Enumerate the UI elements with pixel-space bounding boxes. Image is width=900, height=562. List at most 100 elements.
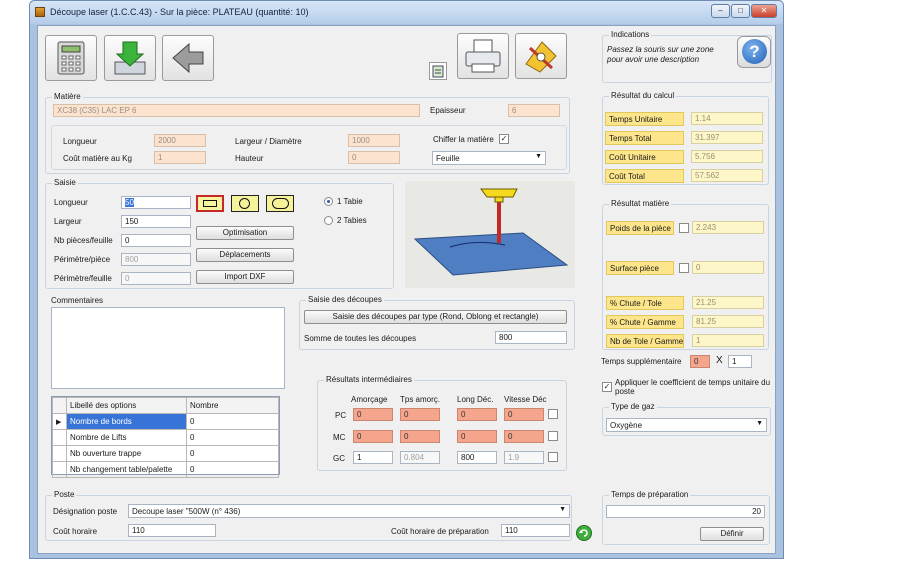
row-indicator [52, 461, 67, 478]
poids-checkbox[interactable] [679, 223, 689, 233]
coef-checkbox[interactable]: ✓ [602, 382, 612, 392]
chute-tole-value: 21.25 [692, 296, 764, 309]
saisie-largeur-field[interactable]: 150 [121, 215, 191, 228]
perimetre-piece-field[interactable]: 800 [121, 253, 191, 266]
row-label-pc: PC [335, 411, 347, 420]
longueur-label: Longueur [63, 137, 97, 146]
deplacements-button[interactable]: Déplacements [196, 248, 294, 262]
decoupes-group-title: Saisie des découpes [306, 295, 384, 304]
option-value[interactable]: 0 [186, 429, 279, 446]
printer-icon [465, 39, 501, 73]
minimize-button[interactable]: – [711, 4, 730, 18]
circle-icon [239, 198, 250, 209]
gc-amorcage[interactable]: 1 [353, 451, 393, 464]
temps-supplementaire-label: Temps supplémentaire [601, 357, 682, 366]
refresh-button[interactable] [576, 525, 592, 541]
nb-pieces-field[interactable]: 0 [121, 234, 191, 247]
option-label: Nb ouverture trappe [66, 445, 187, 462]
gaz-select[interactable]: Oxygène ▼ [606, 418, 767, 432]
intermediaires-group-title: Résultats intermédiaires [324, 375, 414, 384]
somme-decoupes-field[interactable]: 800 [495, 331, 567, 344]
perimetre-feuille-field[interactable]: 0 [121, 272, 191, 285]
longueur-field[interactable]: 2000 [154, 134, 206, 147]
epaisseur-field[interactable]: 6 [508, 104, 560, 117]
pc-checkbox[interactable] [548, 409, 558, 419]
cout-preparation-field[interactable]: 110 [501, 524, 570, 537]
pc-vitesse-dec[interactable]: 0 [504, 408, 544, 421]
option-label: Nombre de Lifts [66, 429, 187, 446]
col-amorcage: Amorçage [351, 395, 388, 404]
gc-checkbox[interactable] [548, 452, 558, 462]
resultat-matiere-group: Résultat matière Poids de la pièce 2.243… [602, 199, 769, 350]
option-value[interactable]: 0 [186, 445, 279, 462]
mc-tps-amorc[interactable]: 0 [400, 430, 440, 443]
table-row[interactable]: Nb changement table/palette 0 [52, 461, 279, 478]
cout-preparation-label: Coût horaire de préparation [391, 527, 489, 536]
import-dxf-button[interactable]: Import DXF [196, 270, 294, 284]
pc-tps-amorc[interactable]: 0 [400, 408, 440, 421]
gc-long-dec[interactable]: 800 [457, 451, 497, 464]
gc-tps-amorc[interactable]: 0.804 [400, 451, 440, 464]
col-vitesse-dec: Vitesse Déc [504, 395, 547, 404]
optimisation-button[interactable]: Optimisation [196, 226, 294, 240]
commentaires-label: Commentaires [51, 296, 104, 305]
table-row[interactable]: Nb ouverture trappe 0 [52, 445, 279, 462]
nb-tole-gamme-label: Nb de Tole / Gamme [606, 334, 684, 348]
calcul-group-title: Résultat du calcul [609, 91, 677, 100]
table-row[interactable]: Nombre de Lifts 0 [52, 429, 279, 446]
perimetre-feuille-label: Périmètre/feuille [54, 274, 112, 283]
definir-button[interactable]: Définir [700, 527, 764, 541]
largeur-diametre-field[interactable]: 1000 [348, 134, 400, 147]
shape-round-button[interactable] [231, 195, 259, 212]
designation-poste-select[interactable]: Decoupe laser "500W (n° 436) ▼ [128, 504, 570, 518]
matiere-type-value: Feuille [436, 154, 460, 163]
title-bar[interactable]: Découpe laser (1.C.C.43) - Sur la pièce:… [30, 1, 783, 24]
cout-unitaire-value: 5.756 [691, 150, 763, 163]
option-value[interactable]: 0 [186, 461, 279, 478]
mc-long-dec[interactable]: 0 [457, 430, 497, 443]
temps-supplementaire-field[interactable]: 0 [690, 355, 710, 368]
cout-horaire-label: Coût horaire [53, 527, 98, 536]
gc-vitesse-dec[interactable]: 1.9 [504, 451, 544, 464]
help-button[interactable]: ? [737, 36, 771, 68]
matiere-type-select[interactable]: Feuille ▼ [432, 151, 546, 165]
pc-long-dec[interactable]: 0 [457, 408, 497, 421]
cout-total-value: 57.562 [691, 169, 763, 182]
saisie-decoupes-button[interactable]: Saisie des découpes par type (Rond, Oblo… [304, 310, 567, 324]
multiply-sign: X [716, 355, 723, 366]
hauteur-field[interactable]: 0 [348, 151, 400, 164]
cout-horaire-field[interactable]: 110 [128, 524, 216, 537]
back-button[interactable] [162, 35, 214, 81]
radio-2-tables[interactable] [324, 216, 333, 225]
mc-checkbox[interactable] [548, 431, 558, 441]
shape-oblong-button[interactable] [266, 195, 294, 212]
mc-vitesse-dec[interactable]: 0 [504, 430, 544, 443]
options-col-label: Libellé des options [66, 397, 187, 414]
maximize-button[interactable]: □ [731, 4, 750, 18]
cout-matiere-field[interactable]: 1 [154, 151, 206, 164]
temps-multiplier-field[interactable]: 1 [728, 355, 752, 368]
option-label: Nb changement table/palette [66, 461, 187, 478]
small-tool-button[interactable] [429, 62, 447, 80]
calculate-button[interactable] [45, 35, 97, 81]
settings-button[interactable] [515, 33, 567, 79]
pc-amorcage[interactable]: 0 [353, 408, 393, 421]
shape-rectangle-button[interactable] [196, 195, 224, 212]
option-value[interactable]: 0 [186, 413, 279, 430]
table-row[interactable]: ▶ Nombre de bords 0 [52, 413, 279, 430]
surface-checkbox[interactable] [679, 263, 689, 273]
close-button[interactable]: ✕ [751, 4, 777, 18]
radio-1-table[interactable] [324, 197, 333, 206]
matiere-name-field[interactable]: XC38 (C35) LAC EP 6 [53, 104, 420, 117]
chiffrer-checkbox[interactable]: ✓ [499, 134, 509, 144]
nb-tole-gamme-value: 1 [692, 334, 764, 347]
commentaires-textarea[interactable] [51, 307, 285, 389]
epaisseur-label: Epaisseur [430, 106, 466, 115]
saisie-longueur-field[interactable]: 50 [121, 196, 191, 209]
mc-amorcage[interactable]: 0 [353, 430, 393, 443]
print-button[interactable] [457, 33, 509, 79]
laser-preview-image [405, 181, 575, 288]
oblong-icon [272, 198, 289, 209]
preparation-field[interactable]: 20 [606, 505, 765, 518]
save-button[interactable] [104, 35, 156, 81]
